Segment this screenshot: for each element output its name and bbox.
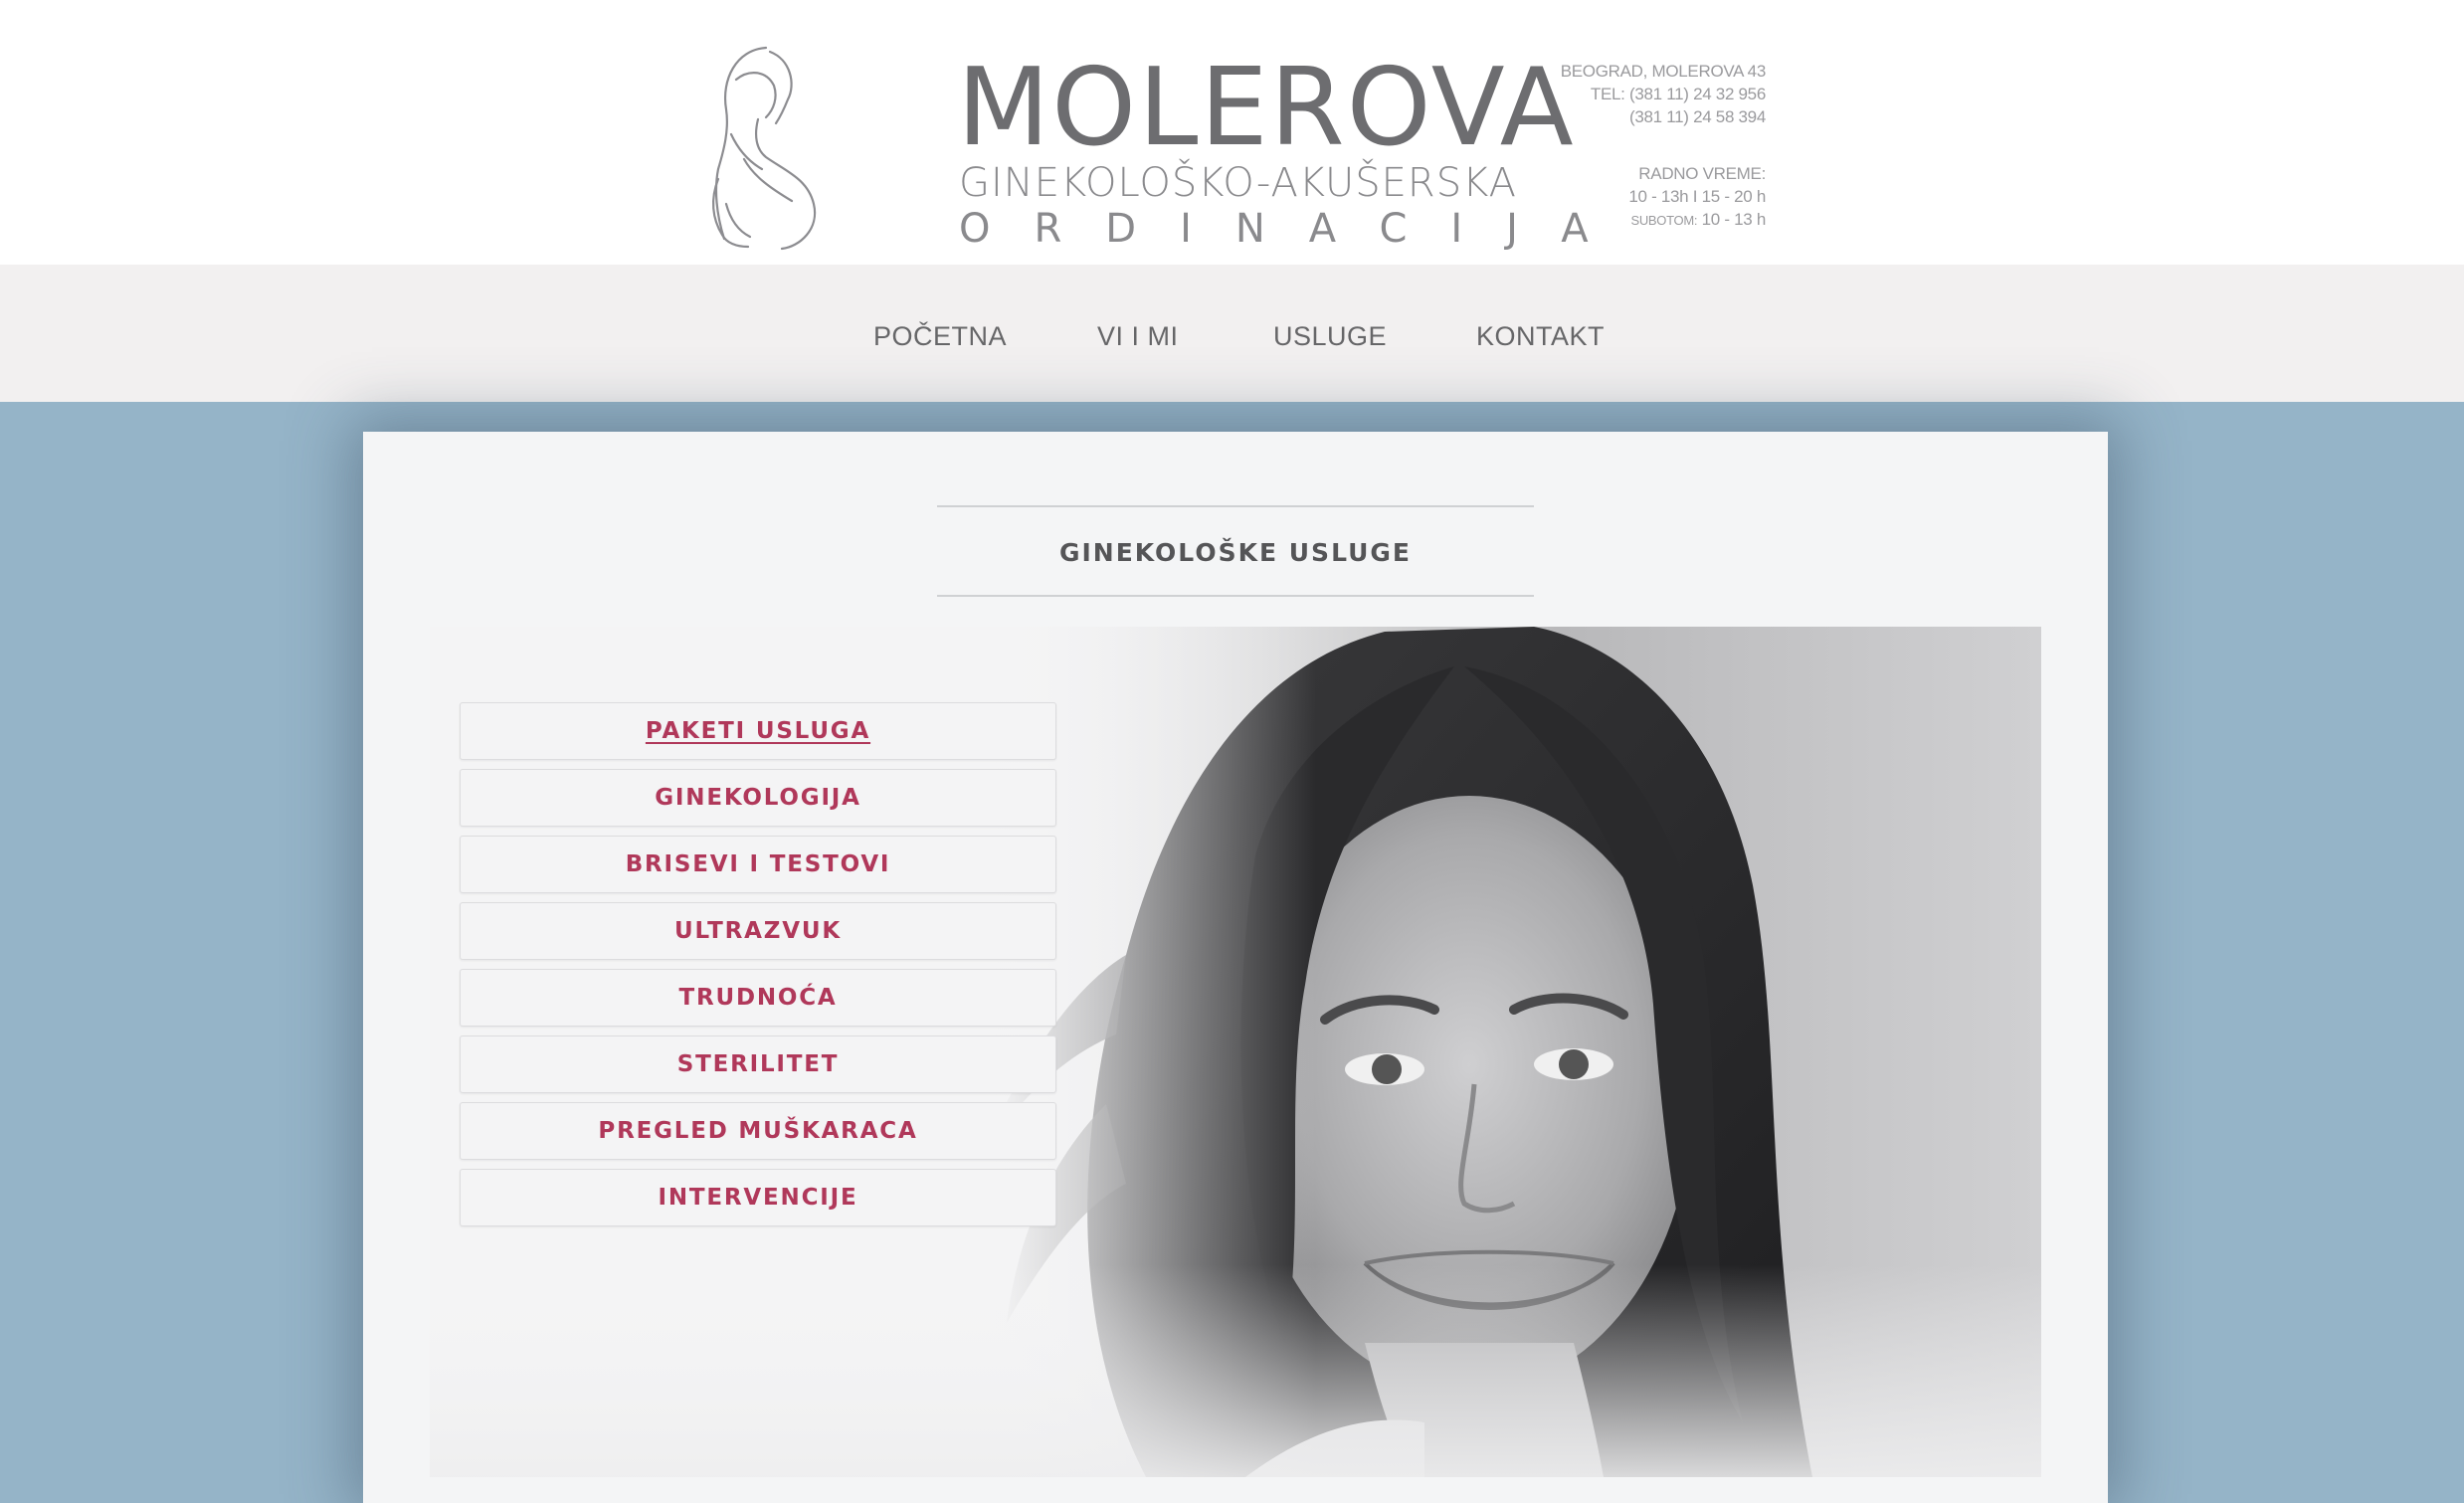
contact-info: BEOGRAD, MOLEROVA 43 TEL: (381 11) 24 32… [1492,60,1767,232]
hours-saturday-value: 10 - 13 h [1701,210,1767,229]
hours-weekdays: 10 - 13h I 15 - 20 h [1628,187,1766,206]
main-navigation: POČETNA VI I MI USLUGE KONTAKT [0,265,2464,402]
menu-item-brisevi-i-testovi[interactable]: BRISEVI I TESTOVI [460,836,1056,893]
menu-item-pregled-muskaraca[interactable]: PREGLED MUŠKARACA [460,1102,1056,1160]
nav-item-kontakt[interactable]: KONTAKT [1476,318,1605,354]
contact-tel-2: (381 11) 24 58 394 [1628,107,1766,126]
contact-address: BEOGRAD, MOLEROVA 43 [1560,62,1767,81]
menu-item-label: GINEKOLOGIJA [655,785,861,811]
nav-item-pocetna[interactable]: POČETNA [873,318,1007,354]
hours-saturday-label: SUBOTOM: [1630,213,1698,228]
brand-subtitle: GINEKOLOŠKO-AKUŠERSKA [959,160,1517,206]
pregnant-woman-logo-icon[interactable] [696,40,826,254]
title-divider-bottom [937,595,1534,597]
site-header: MOLEROVA GINEKOLOŠKO-AKUŠERSKA ORDINACIJ… [0,0,2464,265]
hours-saturday: SUBOTOM: 10 - 13 h [1492,208,1766,232]
page: MOLEROVA GINEKOLOŠKO-AKUŠERSKA ORDINACIJ… [0,0,2464,1503]
contact-tel-1: TEL: (381 11) 24 32 956 [1590,85,1766,103]
menu-item-label: STERILITET [676,1051,840,1077]
hours-title: RADNO VREME: [1638,164,1766,183]
menu-item-label: TRUDNOĆA [678,985,838,1011]
menu-item-sterilitet[interactable]: STERILITET [460,1035,1056,1093]
title-divider-top [937,505,1534,507]
brand-name: MOLEROVA [957,46,1576,170]
menu-item-ultrazvuk[interactable]: ULTRAZVUK [460,902,1056,960]
menu-item-label: ULTRAZVUK [674,918,842,944]
nav-item-usluge[interactable]: USLUGE [1273,318,1387,354]
nav-list: POČETNA VI I MI USLUGE KONTAKT [0,265,2464,402]
menu-item-label: PAKETI USLUGA [645,718,871,744]
nav-item-vi-i-mi[interactable]: VI I MI [1097,318,1179,354]
menu-item-label: BRISEVI I TESTOVI [625,851,891,877]
menu-item-trudnoca[interactable]: TRUDNOĆA [460,969,1056,1027]
menu-item-label: INTERVENCIJE [658,1185,858,1211]
section-title: GINEKOLOŠKE USLUGE [1058,538,1413,567]
menu-item-ginekologija[interactable]: GINEKOLOGIJA [460,769,1056,827]
brand-subtitle-ordinacija: ORDINACIJA [959,206,1632,252]
menu-item-intervencije[interactable]: INTERVENCIJE [460,1169,1056,1226]
menu-item-paketi-usluga[interactable]: PAKETI USLUGA [460,702,1056,760]
menu-item-label: PREGLED MUŠKARACA [598,1118,918,1144]
